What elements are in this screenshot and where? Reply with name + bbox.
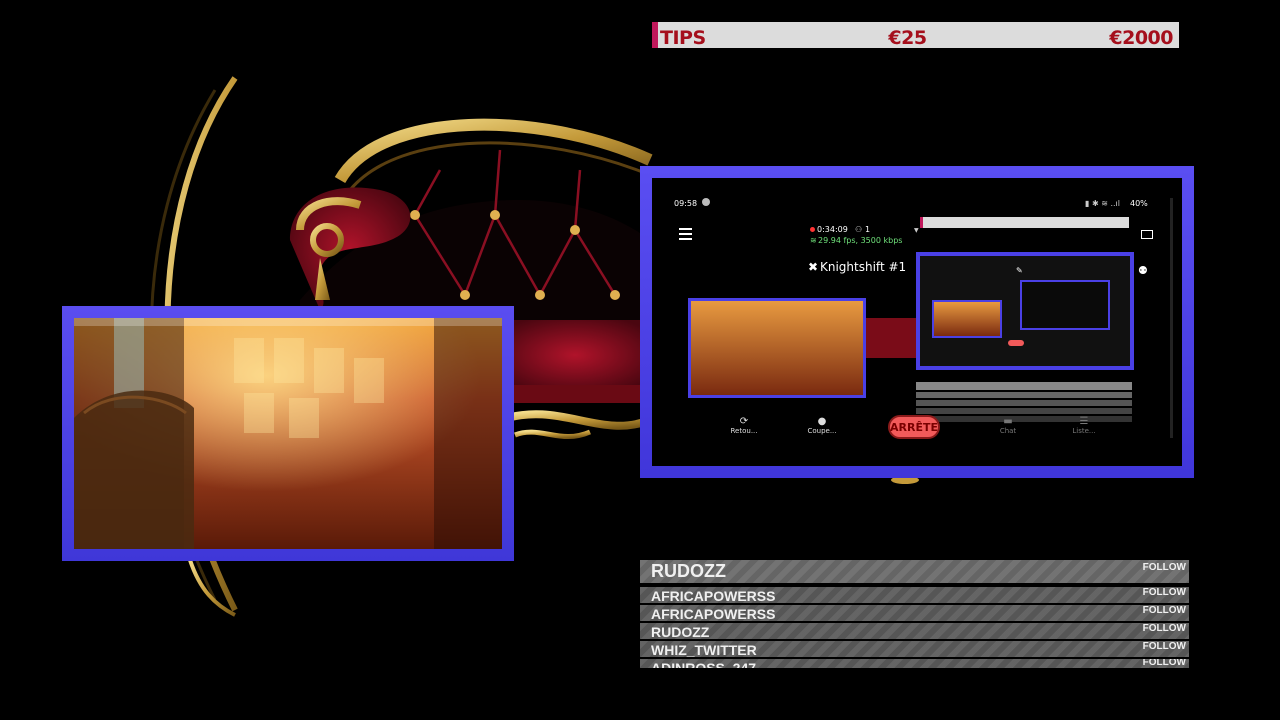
follower-row: ADINROSS_247 FOLLOW [640,659,1189,668]
mute-nav-label: Coupe... [807,427,837,435]
stream-stats: 29.94 fps, 3500 kbps [818,236,903,245]
wifi-icon: ≋ [810,236,817,245]
phone-screen: 09:58 ▮ ✱ ≋ ..ıl 40% 0:34:09 ⚇ 1 ≋ 29.94… [652,178,1182,466]
follower-action: FOLLOW [1142,605,1186,616]
chat-nav-label: Chat [999,427,1017,435]
follower-row: WHIZ_TWITTER FOLLOW [640,641,1189,657]
follower-action: FOLLOW [1142,587,1186,598]
follower-action: FOLLOW [1142,659,1186,668]
nested-camera-feed [691,301,863,395]
stop-button[interactable]: ARRÊTE [888,415,940,439]
camera-feed [74,318,502,549]
dropdown-icon[interactable]: ▼ [914,227,919,234]
list-nav-label: Liste... [1072,427,1096,435]
tips-bar: TIPS €25 €2000 [652,22,1179,48]
list-nav-item[interactable]: ☰ Liste... [1064,416,1104,435]
camera-flip-icon: ⟳ [739,416,749,427]
live-dot-icon [810,227,815,232]
stream-title: Knightshift #1 [820,260,907,274]
list-icon: ☰ [1079,416,1089,427]
status-time: 09:58 [674,199,698,208]
back-nav-item[interactable]: ⟳ Retou... [724,416,764,435]
follower-name: AFRICAPOWERSS [651,588,776,603]
follower-name: RUDOZZ [651,561,726,581]
follower-row: RUDOZZ FOLLOW [640,560,1189,583]
back-nav-label: Retou... [730,427,758,435]
notification-icon [702,198,710,206]
tips-min-amount: €25 [888,27,927,48]
follower-action: FOLLOW [1142,623,1186,634]
followers-list: RUDOZZ FOLLOW AFRICAPOWERSS FOLLOW AFRIC… [640,560,1189,668]
microphone-icon: ● [817,416,827,427]
nested-sofa [866,318,916,358]
follower-action: FOLLOW [1142,641,1186,652]
camera-feed-image [74,318,502,549]
status-icons: ▮ ✱ ≋ ..ıl [1085,199,1120,208]
follower-name: AFRICAPOWERSS [651,606,776,621]
follower-action: FOLLOW [1142,562,1186,573]
follower-name: ADINROSS_247 [651,660,757,668]
nested-phone-frame: ✎ [916,252,1134,370]
battery-level: 40% [1130,199,1148,208]
stream-title-icon: ✖ [808,260,819,274]
stream-timer: 0:34:09 [817,225,848,234]
add-user-icon[interactable]: ⚉ [1138,264,1148,277]
tips-max-amount: €2000 [1109,27,1173,48]
follower-name: WHIZ_TWITTER [651,642,757,657]
viewer-count: 1 [865,225,871,234]
menu-icon[interactable] [679,228,692,240]
phone-mirror-frame: 09:58 ▮ ✱ ≋ ..ıl 40% 0:34:09 ⚇ 1 ≋ 29.94… [640,166,1194,478]
camera-frame [62,306,514,561]
follower-name: RUDOZZ [651,624,710,639]
viewer-icon: ⚇ [855,225,863,234]
tips-label: TIPS [660,27,706,48]
nested-tips-bar [920,217,1129,228]
scrollbar[interactable] [1170,198,1173,438]
screen-icon[interactable] [1141,230,1153,239]
follower-row: AFRICAPOWERSS FOLLOW [640,605,1189,621]
nested-phone-screen: ✎ [920,256,1130,366]
mute-nav-item[interactable]: ● Coupe... [802,416,842,435]
pencil-icon[interactable]: ✎ [1016,266,1023,275]
chat-icon: ▬ [1003,416,1013,427]
follower-row: RUDOZZ FOLLOW [640,623,1189,639]
follower-row: AFRICAPOWERSS FOLLOW [640,587,1189,603]
chat-nav-item[interactable]: ▬ Chat [988,416,1028,435]
nested-camera-frame [688,298,866,398]
